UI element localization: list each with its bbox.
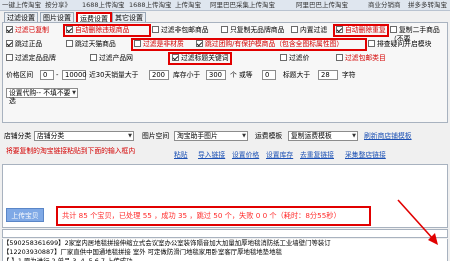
set-stock-link[interactable]: 设置库存	[266, 150, 293, 160]
top-tab-alibaba-b[interactable]: 阿里巴巴上传淘宝	[296, 1, 348, 10]
price-from-input[interactable]: 0	[40, 70, 54, 80]
title-length-input[interactable]: 28	[318, 70, 338, 80]
freight-template-select[interactable]: 复制运费模板 ▼	[288, 131, 358, 141]
checkbox-icon[interactable]	[336, 54, 343, 61]
chevron-down-icon: ▼	[352, 133, 356, 139]
top-tab-dist[interactable]: 商业分销商	[368, 1, 401, 10]
top-tab-1688-b[interactable]: 1688上传淘宝	[129, 1, 172, 10]
log-line: 【12203930887】厂家直供中国通地毯拼接 室外 可定做防滑门地毯家用卧室…	[2, 248, 448, 257]
upload-status-text: 共计 85 个宝贝，已处理 55 ，成功 35 ，跳过 50 个，失败 0 0 …	[62, 211, 341, 220]
checkbox-icon[interactable]	[280, 54, 287, 61]
highlight-box	[63, 24, 151, 37]
checkbox-icon[interactable]	[221, 26, 228, 33]
checkbox-skip-copied[interactable]: 过滤已复制	[6, 26, 49, 35]
price-to-input[interactable]: 10000	[62, 70, 87, 80]
top-tab-1688[interactable]: 1688上传淘宝	[82, 1, 125, 10]
freight-template-label: 运费模板	[255, 132, 283, 140]
shop-category-select[interactable]: 店铺分类 ▼	[34, 131, 134, 141]
title-length-label: 标题大于	[283, 71, 311, 79]
chevron-down-icon: ▼	[242, 133, 246, 139]
image-space-label: 图片空间	[142, 132, 170, 140]
image-space-select[interactable]: 淘宝助手图片 ▼	[174, 131, 248, 141]
paste-link[interactable]: 粘贴	[174, 150, 188, 160]
range-dash: -	[56, 71, 59, 79]
checkbox-icon[interactable]	[368, 40, 375, 47]
paste-instruction: 将要复制的淘宝链接粘贴到下面的输入框内	[6, 147, 136, 155]
collect-store-links-link[interactable]: 采集整店链接	[345, 150, 386, 160]
set-price-link[interactable]: 设置价格	[232, 150, 259, 160]
checkbox-icon[interactable]	[66, 40, 73, 47]
checkbox-price[interactable]: 过滤价	[280, 54, 309, 63]
chevron-down-icon: ▼	[72, 90, 76, 96]
top-tab-pdd[interactable]: 拼多多转淘宝	[408, 1, 447, 10]
checkbox-skip-tmall[interactable]: 跳过天猫商品	[66, 40, 116, 49]
shop-category-label: 店铺分类	[4, 132, 32, 140]
log-line: 【 】1.原为进行 2.单品 3. 4. 5.6.7.上传成功	[2, 257, 448, 261]
checkbox-freeship-category[interactable]: 过滤包邮类目	[336, 54, 386, 63]
chevron-down-icon: ▼	[128, 133, 132, 139]
cn-label: 个 或等	[230, 71, 253, 79]
highlight-box	[131, 38, 367, 51]
log-line: 【590258361699】2家室内居地毯拼接伸缩立式会议室办公室装饰隔音加大加…	[2, 239, 448, 248]
progress-bar	[2, 229, 448, 238]
sales-input[interactable]: 200	[149, 70, 169, 80]
import-links-link[interactable]: 导入链接	[198, 150, 225, 160]
checkbox-icon[interactable]	[6, 26, 13, 33]
checkbox-icon[interactable]	[90, 54, 97, 61]
checkbox-icon[interactable]	[6, 40, 13, 47]
checkbox-non-freeship[interactable]: 过滤非包邮商品	[152, 26, 209, 35]
checkbox-secondhand[interactable]: 复制二手商品（不要	[390, 26, 450, 43]
refresh-template-link[interactable]: 刷新商店铺模板	[364, 131, 412, 141]
stock-label: 库存小于	[173, 71, 201, 79]
highlight-box	[168, 52, 232, 65]
checkbox-icon[interactable]	[390, 26, 397, 33]
checkbox-no-brand-only[interactable]: 只复制无品牌商品	[221, 26, 284, 35]
checkbox-icon[interactable]	[6, 54, 13, 61]
top-tab-upload[interactable]: 一键上传淘宝	[2, 1, 41, 10]
proxy-select[interactable]: 设置代购-- 不填不要选 ▼	[6, 88, 78, 105]
checkbox-product-site[interactable]: 过滤产品网	[90, 54, 133, 63]
checkbox-icon[interactable]	[291, 26, 298, 33]
stock-input[interactable]: 300	[206, 70, 226, 80]
arrow-annotation-icon	[397, 199, 438, 245]
upload-items-button[interactable]: 上传宝贝	[6, 208, 44, 222]
char-label: 字符	[342, 71, 356, 79]
cn-input[interactable]: 0	[262, 70, 276, 80]
price-range-label: 价格区间	[6, 71, 34, 79]
checkbox-skip-genuine[interactable]: 跳过正品	[6, 40, 42, 49]
sales-label: 近30天销量大于	[89, 71, 139, 79]
checkbox-brand-filter[interactable]: 过滤定品品牌	[6, 54, 56, 63]
top-tab-share[interactable]: 按分享》	[45, 1, 71, 10]
top-tab-alibaba[interactable]: 阿里巴巴采集上传淘宝	[210, 1, 275, 10]
checkbox-builtin-filter[interactable]: 内置过滤	[291, 26, 327, 35]
checkbox-icon[interactable]	[152, 26, 159, 33]
dedupe-links-link[interactable]: 去重复链接	[300, 150, 334, 160]
checkbox-question-module[interactable]: 排查疑问开启模块	[368, 40, 431, 49]
highlight-box	[333, 24, 389, 37]
top-tab-taobao[interactable]: 上传淘宝	[175, 1, 201, 10]
